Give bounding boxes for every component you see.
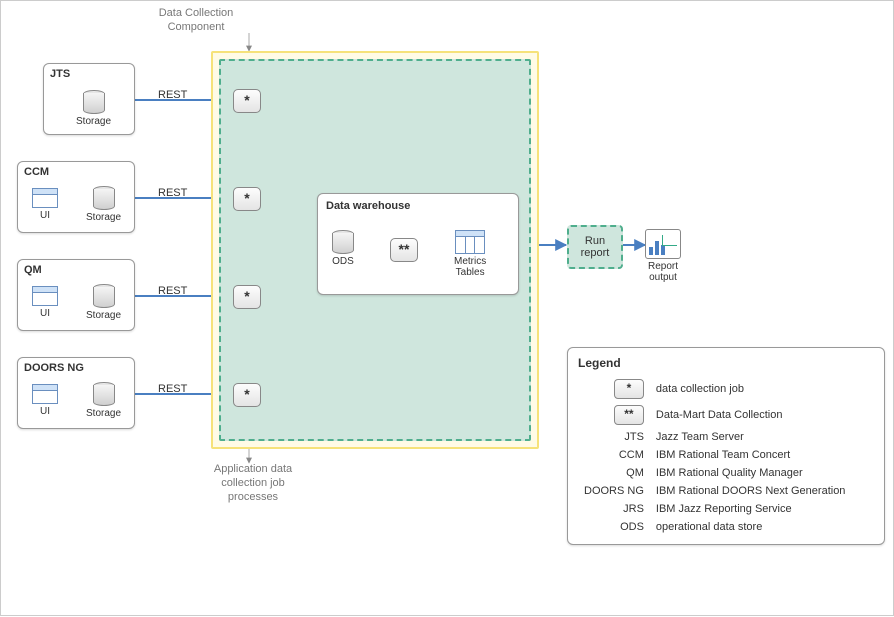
job-chip: * — [233, 89, 261, 113]
legend-desc: IBM Rational Quality Manager — [650, 464, 852, 482]
report-icon — [645, 229, 681, 259]
ui-icon — [32, 286, 58, 306]
job-chip-double: ** — [390, 238, 418, 262]
storage-label: Storage — [86, 408, 121, 419]
report-output-label: Report output — [645, 261, 681, 283]
metrics-label: Metrics Tables — [454, 256, 486, 278]
source-qm: QM UI Storage — [17, 259, 135, 331]
table-icon — [455, 230, 485, 254]
legend-desc: IBM Rational Team Concert — [650, 446, 852, 464]
ods-label: ODS — [332, 256, 354, 267]
legend-key: CCM — [578, 446, 650, 464]
storage-label: Storage — [86, 212, 121, 223]
job-chip: * — [233, 187, 261, 211]
footer-note: Application data collection job processe… — [203, 463, 303, 504]
storage-label: Storage — [86, 310, 121, 321]
diagram-canvas: { "header": { "label": "Data Collection\… — [0, 0, 894, 616]
rest-label: REST — [158, 89, 187, 101]
ui-icon — [32, 188, 58, 208]
legend-chip: * — [614, 379, 644, 399]
legend-desc: data collection job — [650, 376, 852, 402]
legend-key: JTS — [578, 428, 650, 446]
ui-label: UI — [32, 406, 58, 417]
legend-key: DOORS NG — [578, 482, 650, 500]
legend-chip: ** — [614, 405, 644, 425]
dw-title: Data warehouse — [318, 194, 518, 218]
legend-key: JRS — [578, 500, 650, 518]
legend-key: ODS — [578, 518, 650, 536]
legend-desc: IBM Rational DOORS Next Generation — [650, 482, 852, 500]
storage-icon — [93, 382, 115, 406]
run-report-label: Run report — [581, 235, 610, 259]
storage-icon — [83, 90, 105, 114]
source-jts: JTS Storage — [43, 63, 135, 135]
legend-desc: Data-Mart Data Collection — [650, 402, 852, 428]
source-qm-title: QM — [18, 260, 134, 280]
source-ccm: CCM UI Storage — [17, 161, 135, 233]
job-chip: * — [233, 383, 261, 407]
run-report: Run report — [567, 225, 623, 269]
storage-icon — [93, 186, 115, 210]
ui-icon — [32, 384, 58, 404]
source-ccm-title: CCM — [18, 162, 134, 182]
rest-label: REST — [158, 383, 187, 395]
ods-icon — [332, 230, 354, 254]
storage-label: Storage — [76, 116, 111, 127]
rest-label: REST — [158, 187, 187, 199]
rest-label: REST — [158, 285, 187, 297]
legend-desc: operational data store — [650, 518, 852, 536]
source-doors: DOORS NG UI Storage — [17, 357, 135, 429]
source-doors-title: DOORS NG — [18, 358, 134, 378]
source-jts-title: JTS — [44, 64, 134, 84]
data-warehouse: Data warehouse ODS ** Metrics Tables — [317, 193, 519, 295]
legend: Legend * data collection job ** Data-Mart … — [567, 347, 885, 545]
header-note: Data Collection Component — [136, 7, 256, 35]
report-output: Report output — [645, 229, 681, 283]
legend-desc: IBM Jazz Reporting Service — [650, 500, 852, 518]
ui-label: UI — [32, 210, 58, 221]
legend-title: Legend — [578, 356, 874, 370]
job-chip: * — [233, 285, 261, 309]
legend-desc: Jazz Team Server — [650, 428, 852, 446]
storage-icon — [93, 284, 115, 308]
legend-key: QM — [578, 464, 650, 482]
ui-label: UI — [32, 308, 58, 319]
